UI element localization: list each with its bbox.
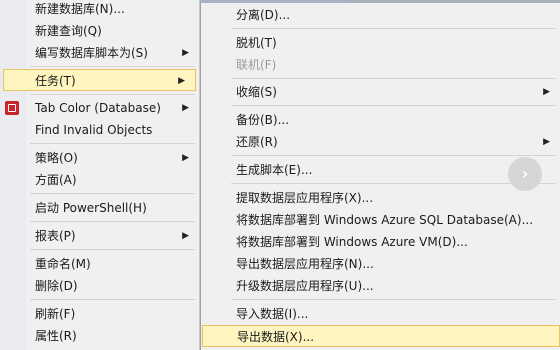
chevron-right-icon: ▶ (182, 48, 189, 58)
menu-item-label: 任务(T) (35, 74, 76, 88)
scroll-right-button[interactable]: › (508, 157, 542, 191)
chevron-right-icon: ▶ (543, 87, 550, 97)
menu-item-label: 导出数据层应用程序(N)... (236, 257, 374, 271)
menu-item-label: 策略(O) (35, 151, 78, 165)
menu-item-policies[interactable]: 策略(O) ▶ (0, 147, 199, 169)
menu-item-label: 属性(R) (35, 329, 77, 343)
tasks-submenu: 分离(D)... 脱机(T) 联机(F) 收缩(S) ▶ 备份(B)... 还原… (200, 0, 560, 350)
menu-item-label: 刷新(F) (35, 307, 76, 321)
menu-item-label: 将数据库部署到 Windows Azure SQL Database(A)... (236, 213, 534, 227)
menu-item-backup[interactable]: 备份(B)... (201, 109, 560, 131)
menu-item-label: 重命名(M) (35, 257, 91, 271)
menu-item-reports[interactable]: 报表(P) ▶ (0, 225, 199, 247)
menu-item-detach[interactable]: 分离(D)... (201, 4, 560, 26)
database-context-menu: 新建数据库(N)... 新建查询(Q) 编写数据库脚本为(S) ▶ 任务(T) … (0, 0, 200, 350)
menu-item-find-invalid-objects[interactable]: Find Invalid Objects (0, 119, 199, 141)
menu-item-label: 编写数据库脚本为(S) (35, 46, 148, 60)
chevron-right-icon: ▶ (178, 76, 185, 86)
menu-item-export-data-tier-app[interactable]: 导出数据层应用程序(N)... (201, 253, 560, 275)
menu-separator (30, 66, 195, 67)
menu-separator (30, 249, 195, 250)
menu-item-label: 将数据库部署到 Windows Azure VM(D)... (236, 235, 468, 249)
menu-separator (30, 299, 195, 300)
menu-item-restore[interactable]: 还原(R) ▶ (201, 131, 560, 153)
menu-item-deploy-azure-vm[interactable]: 将数据库部署到 Windows Azure VM(D)... (201, 231, 560, 253)
menu-item-label: 还原(R) (236, 135, 278, 149)
menu-separator (30, 193, 195, 194)
menu-item-properties[interactable]: 属性(R) (0, 325, 199, 347)
menu-item-tasks[interactable]: 任务(T) ▶ (3, 69, 196, 91)
menu-item-generate-scripts[interactable]: 生成脚本(E)... (201, 159, 560, 181)
chevron-right-icon: ▶ (182, 231, 189, 241)
menu-separator (30, 94, 195, 95)
menu-item-label: 提取数据层应用程序(X)... (236, 191, 374, 205)
menu-item-label: 删除(D) (35, 279, 78, 293)
menu-item-label: 脱机(T) (236, 36, 277, 50)
menu-item-label: 收缩(S) (236, 85, 277, 99)
menu-item-label: 联机(F) (236, 58, 277, 72)
menu-item-label: 方面(A) (35, 173, 77, 187)
menu-item-label: 备份(B)... (236, 113, 290, 127)
menu-separator (231, 78, 556, 79)
menu-item-import-data[interactable]: 导入数据(I)... (201, 303, 560, 325)
menu-separator (231, 155, 556, 156)
menu-item-deploy-azure-sql-database[interactable]: 将数据库部署到 Windows Azure SQL Database(A)... (201, 209, 560, 231)
menu-item-label: Find Invalid Objects (35, 123, 153, 137)
chevron-right-icon: ▶ (543, 137, 550, 147)
menu-item-export-data[interactable]: 导出数据(X)... (202, 325, 560, 347)
menu-item-refresh[interactable]: 刷新(F) (0, 303, 199, 325)
chevron-right-icon: ▶ (182, 153, 189, 163)
menu-item-label: 导入数据(I)... (236, 307, 309, 321)
menu-item-label: 报表(P) (35, 229, 76, 243)
menu-item-label: 新建数据库(N)... (35, 2, 125, 16)
menu-separator (30, 221, 195, 222)
menu-item-start-powershell[interactable]: 启动 PowerShell(H) (0, 197, 199, 219)
menu-item-label: Tab Color (Database) (35, 101, 161, 115)
menu-item-tab-color[interactable]: Tab Color (Database) ▶ (0, 97, 199, 119)
menu-item-rename[interactable]: 重命名(M) (0, 253, 199, 275)
menu-item-label: 导出数据(X)... (237, 330, 315, 344)
menu-item-bring-online: 联机(F) (201, 54, 560, 76)
menu-item-extract-data-tier-app[interactable]: 提取数据层应用程序(X)... (201, 187, 560, 209)
menu-item-facets[interactable]: 方面(A) (0, 169, 199, 191)
menu-item-shrink[interactable]: 收缩(S) ▶ (201, 81, 560, 103)
menu-item-label: 新建查询(Q) (35, 24, 102, 38)
menu-separator (231, 299, 556, 300)
menu-separator (30, 143, 195, 144)
menu-separator (231, 28, 556, 29)
menu-item-script-database-as[interactable]: 编写数据库脚本为(S) ▶ (0, 42, 199, 64)
chevron-right-icon: › (521, 164, 529, 183)
menu-item-take-offline[interactable]: 脱机(T) (201, 32, 560, 54)
menu-item-label: 生成脚本(E)... (236, 163, 313, 177)
menu-item-label: 分离(D)... (236, 8, 291, 22)
menu-item-label: 升级数据层应用程序(U)... (236, 279, 374, 293)
menu-item-delete[interactable]: 删除(D) (0, 275, 199, 297)
menu-item-new-query[interactable]: 新建查询(Q) (0, 20, 199, 42)
menu-separator (231, 105, 556, 106)
menu-item-upgrade-data-tier-app[interactable]: 升级数据层应用程序(U)... (201, 275, 560, 297)
menu-item-new-database[interactable]: 新建数据库(N)... (0, 0, 199, 20)
chevron-right-icon: ▶ (182, 103, 189, 113)
window-edge (200, 0, 350, 3)
menu-item-label: 启动 PowerShell(H) (35, 201, 147, 215)
